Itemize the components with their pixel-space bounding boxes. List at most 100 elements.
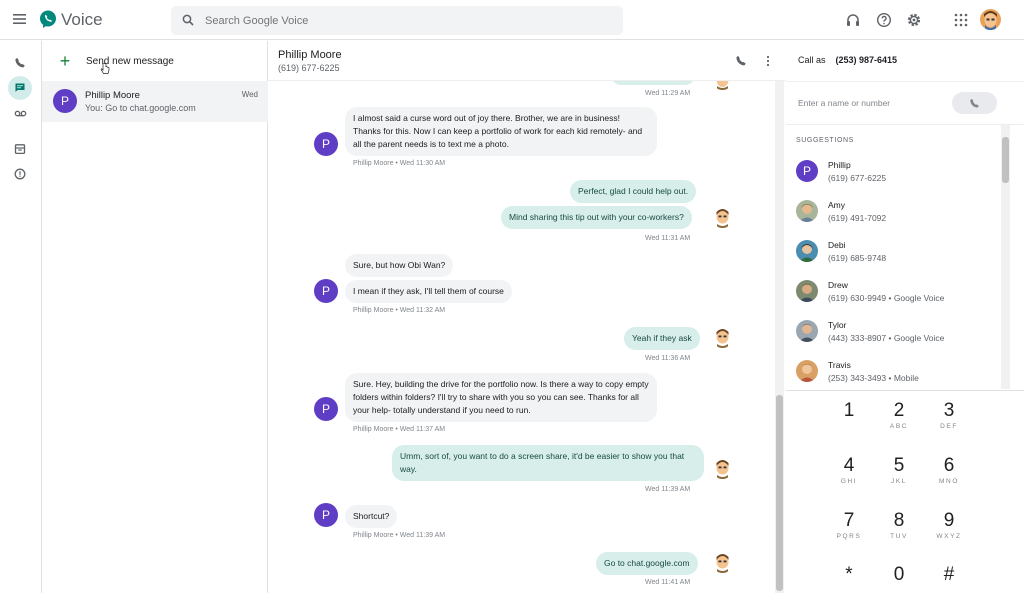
headset-icon[interactable] [845,12,861,28]
key-digit: 2 [893,400,905,421]
suggestion-item[interactable]: P Phillip (619) 677-6225 [796,158,996,188]
keypad-key-hash[interactable]: # [924,564,974,612]
outgoing-message: Mind sharing this tip out with your co-w… [501,206,692,229]
contact-photo [796,320,818,342]
message-thread[interactable]: Wed 11:29 AM P I almost said a curse wor… [268,81,774,593]
hand-cursor-icon [100,63,110,74]
scrollbar-thumb[interactable] [1002,137,1009,183]
key-digit: 1 [843,400,855,421]
message-icon [15,83,25,92]
nav-calls[interactable] [8,51,32,75]
key-digit: # [943,564,955,585]
suggestion-number: (619) 630-9949 • Google Voice [828,293,945,303]
nav-messages[interactable] [8,76,32,100]
suggestion-name: Tylor [828,320,847,330]
suggestion-item[interactable]: Tylor (443) 333-8907 • Google Voice [796,318,996,348]
more-vert-icon[interactable] [765,55,771,67]
suggestion-name: Travis [828,360,851,370]
suggestion-number: (253) 343-3493 • Mobile [828,373,919,383]
contact-photo [796,360,818,382]
search-bar[interactable] [171,6,623,35]
key-digit: 6 [943,455,955,476]
my-avatar [712,552,733,573]
nav-spam[interactable] [8,162,32,186]
keypad-key-0[interactable]: 0 [874,564,924,612]
archive-icon [14,144,26,155]
key-letters: WXYZ [936,533,962,540]
keypad-key-1[interactable]: 1 [824,400,874,448]
suggestion-item[interactable]: Debi (619) 685-9748 [796,238,996,268]
incoming-message: Sure, but how Obi Wan? [345,254,454,277]
suggestion-name: Drew [828,280,848,290]
my-avatar [712,327,733,348]
account-avatar[interactable] [980,9,1001,30]
key-letters: TUV [890,533,908,540]
key-letters: JKL [890,478,907,485]
keypad-key-8[interactable]: 8 TUV [874,510,924,558]
conversation-name: Phillip Moore [85,90,140,101]
search-input[interactable] [205,11,605,30]
incoming-message: I mean if they ask, I'll tell them of co… [345,280,512,303]
message-timestamp: Wed 11:31 AM [645,235,691,242]
scrollbar-thumb[interactable] [776,395,783,591]
dialer-pane: Call as (253) 987-6415 Enter a name or nu… [786,41,1024,593]
nav-voicemail[interactable] [8,101,32,125]
key-digit: * [845,564,853,585]
contact-photo [796,200,818,222]
keypad-key-2[interactable]: 2 ABC [874,400,924,448]
message-meta: Phillip Moore • Wed 11:37 AM [353,426,446,433]
suggestion-item[interactable]: Drew (619) 630-9949 • Google Voice [796,278,996,308]
app-name: Voice [61,10,103,29]
help-icon[interactable] [876,12,892,28]
suggestion-number: (619) 685-9748 [828,253,887,263]
suggestion-name: Amy [828,200,845,210]
apps-grid-icon[interactable] [953,12,969,28]
suggestion-item[interactable]: Amy (619) 491-7092 [796,198,996,228]
dial-input[interactable]: Enter a name or number [798,98,890,108]
call-as-number: (253) 987-6415 [835,55,898,65]
chat-header: Phillip Moore (619) 677-6225 [268,41,786,81]
key-letters: DEF [940,423,958,430]
voicemail-icon [14,110,26,116]
keypad-key-star[interactable]: * [824,564,874,612]
send-new-message-button[interactable]: + Send new message [58,52,174,70]
incoming-message: Sure. Hey, building the drive for the po… [345,373,657,422]
dial-call-button[interactable] [952,92,997,114]
conversation-item[interactable]: P Phillip Moore You: Go to chat.google.c… [42,81,268,122]
contact-avatar: P [796,160,818,182]
keypad-key-9[interactable]: 9 WXYZ [924,510,974,558]
key-digit: 9 [943,510,955,531]
incoming-message: Shortcut? [345,505,398,528]
message-meta: Phillip Moore • Wed 11:39 AM [353,532,446,539]
phone-icon [15,58,25,68]
settings-icon[interactable] [906,12,922,28]
key-letters: MNO [939,478,959,485]
suggestion-item[interactable]: Travis (253) 343-3493 • Mobile [796,358,996,388]
keypad-key-5[interactable]: 5 JKL [874,455,924,503]
suggestion-number: (619) 677-6225 [828,173,887,183]
call-as-row[interactable]: Call as (253) 987-6415 [798,55,897,65]
conversation-date: Wed [241,90,258,99]
contact-avatar: P [314,397,338,421]
chat-contact-number: (619) 677-6225 [278,63,340,73]
key-digit: 4 [843,455,855,476]
divider [786,81,1024,82]
call-as-label: Call as [798,55,826,65]
call-icon[interactable] [735,55,747,67]
nav-archive[interactable] [8,137,32,161]
thread-scrollbar[interactable] [775,81,784,593]
suggestions-scrollbar[interactable] [1001,125,1010,389]
keypad-key-6[interactable]: 6 MNO [924,455,974,503]
key-letters: GHI [840,478,858,485]
my-avatar [712,458,733,479]
keypad-key-7[interactable]: 7 PQRS [824,510,874,558]
keypad-key-3[interactable]: 3 DEF [924,400,974,448]
incoming-message: I almost said a curse word out of joy th… [345,107,657,156]
voice-logo-icon[interactable] [39,10,57,28]
menu-icon[interactable] [12,11,28,27]
message-timestamp: Wed 11:41 AM [645,579,691,586]
conversation-preview: You: Go to chat.google.com [85,103,196,113]
message-bubble-partial [611,81,695,85]
keypad-key-4[interactable]: 4 GHI [824,455,874,503]
key-digit: 0 [893,564,905,585]
